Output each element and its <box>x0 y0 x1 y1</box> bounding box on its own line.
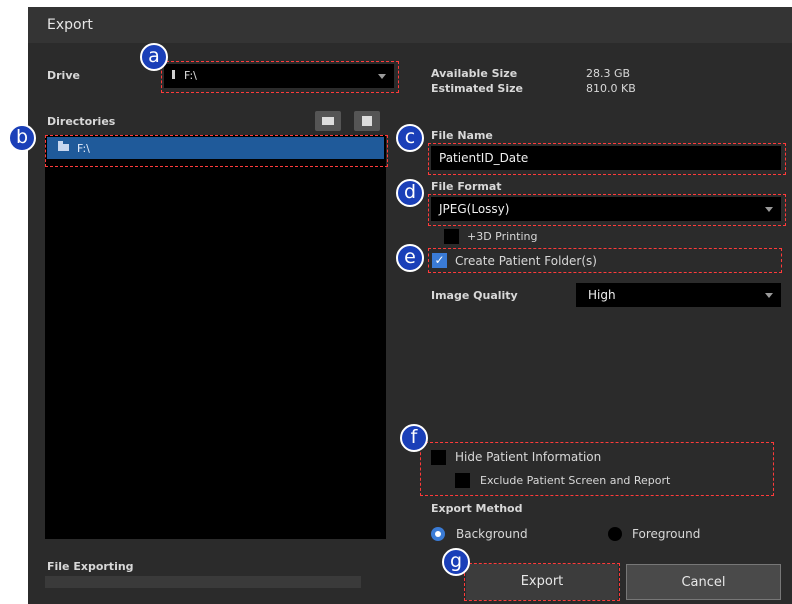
image-quality-label: Image Quality <box>431 289 518 302</box>
file-format-label: File Format <box>431 180 502 193</box>
highlight-file-format <box>428 194 786 226</box>
annotation-badge-d: d <box>396 179 424 207</box>
directories-label: Directories <box>47 115 116 128</box>
annotation-badge-c: c <box>396 124 424 152</box>
export-dialog: Export Drive F:\ Available Size 28.3 GB … <box>8 7 792 604</box>
highlight-file-name <box>428 143 786 175</box>
estimated-size-value: 810.0 KB <box>586 82 636 95</box>
available-size-value: 28.3 GB <box>586 67 631 80</box>
background-radio[interactable] <box>431 527 445 541</box>
image-quality-value: High <box>588 288 616 302</box>
new-folder-button[interactable] <box>315 111 341 131</box>
export-progress-bar <box>45 576 361 588</box>
chevron-down-icon <box>765 293 773 298</box>
image-quality-select[interactable]: High <box>576 283 781 307</box>
delete-folder-button[interactable] <box>354 111 380 131</box>
highlight-create-folder <box>428 248 782 273</box>
available-size-label: Available Size <box>431 67 518 80</box>
export-method-label: Export Method <box>431 502 523 515</box>
highlight-directories <box>45 135 388 167</box>
highlight-export <box>464 563 620 601</box>
foreground-radio[interactable] <box>608 527 622 541</box>
cancel-button[interactable]: Cancel <box>626 564 781 600</box>
estimated-size-label: Estimated Size <box>431 82 523 95</box>
dialog-title: Export <box>47 17 93 33</box>
trash-icon <box>362 116 372 126</box>
file-exporting-label: File Exporting <box>47 560 134 573</box>
annotation-badge-g: g <box>442 548 470 576</box>
highlight-hide-patient <box>420 442 774 496</box>
title-bar: Export <box>28 7 792 43</box>
directory-tree[interactable]: F:\ <box>45 135 386 539</box>
file-name-label: File Name <box>431 129 493 142</box>
3d-printing-label: +3D Printing <box>467 230 538 243</box>
annotation-badge-a: a <box>140 43 168 71</box>
background-radio-label: Background <box>456 527 528 541</box>
foreground-radio-label: Foreground <box>632 527 701 541</box>
highlight-drive <box>161 61 399 93</box>
annotation-badge-e: e <box>396 244 424 272</box>
new-folder-icon <box>322 117 334 125</box>
3d-printing-checkbox[interactable] <box>444 229 459 244</box>
drive-label: Drive <box>47 69 80 82</box>
annotation-badge-b: b <box>8 124 36 152</box>
annotation-badge-f: f <box>400 424 428 452</box>
